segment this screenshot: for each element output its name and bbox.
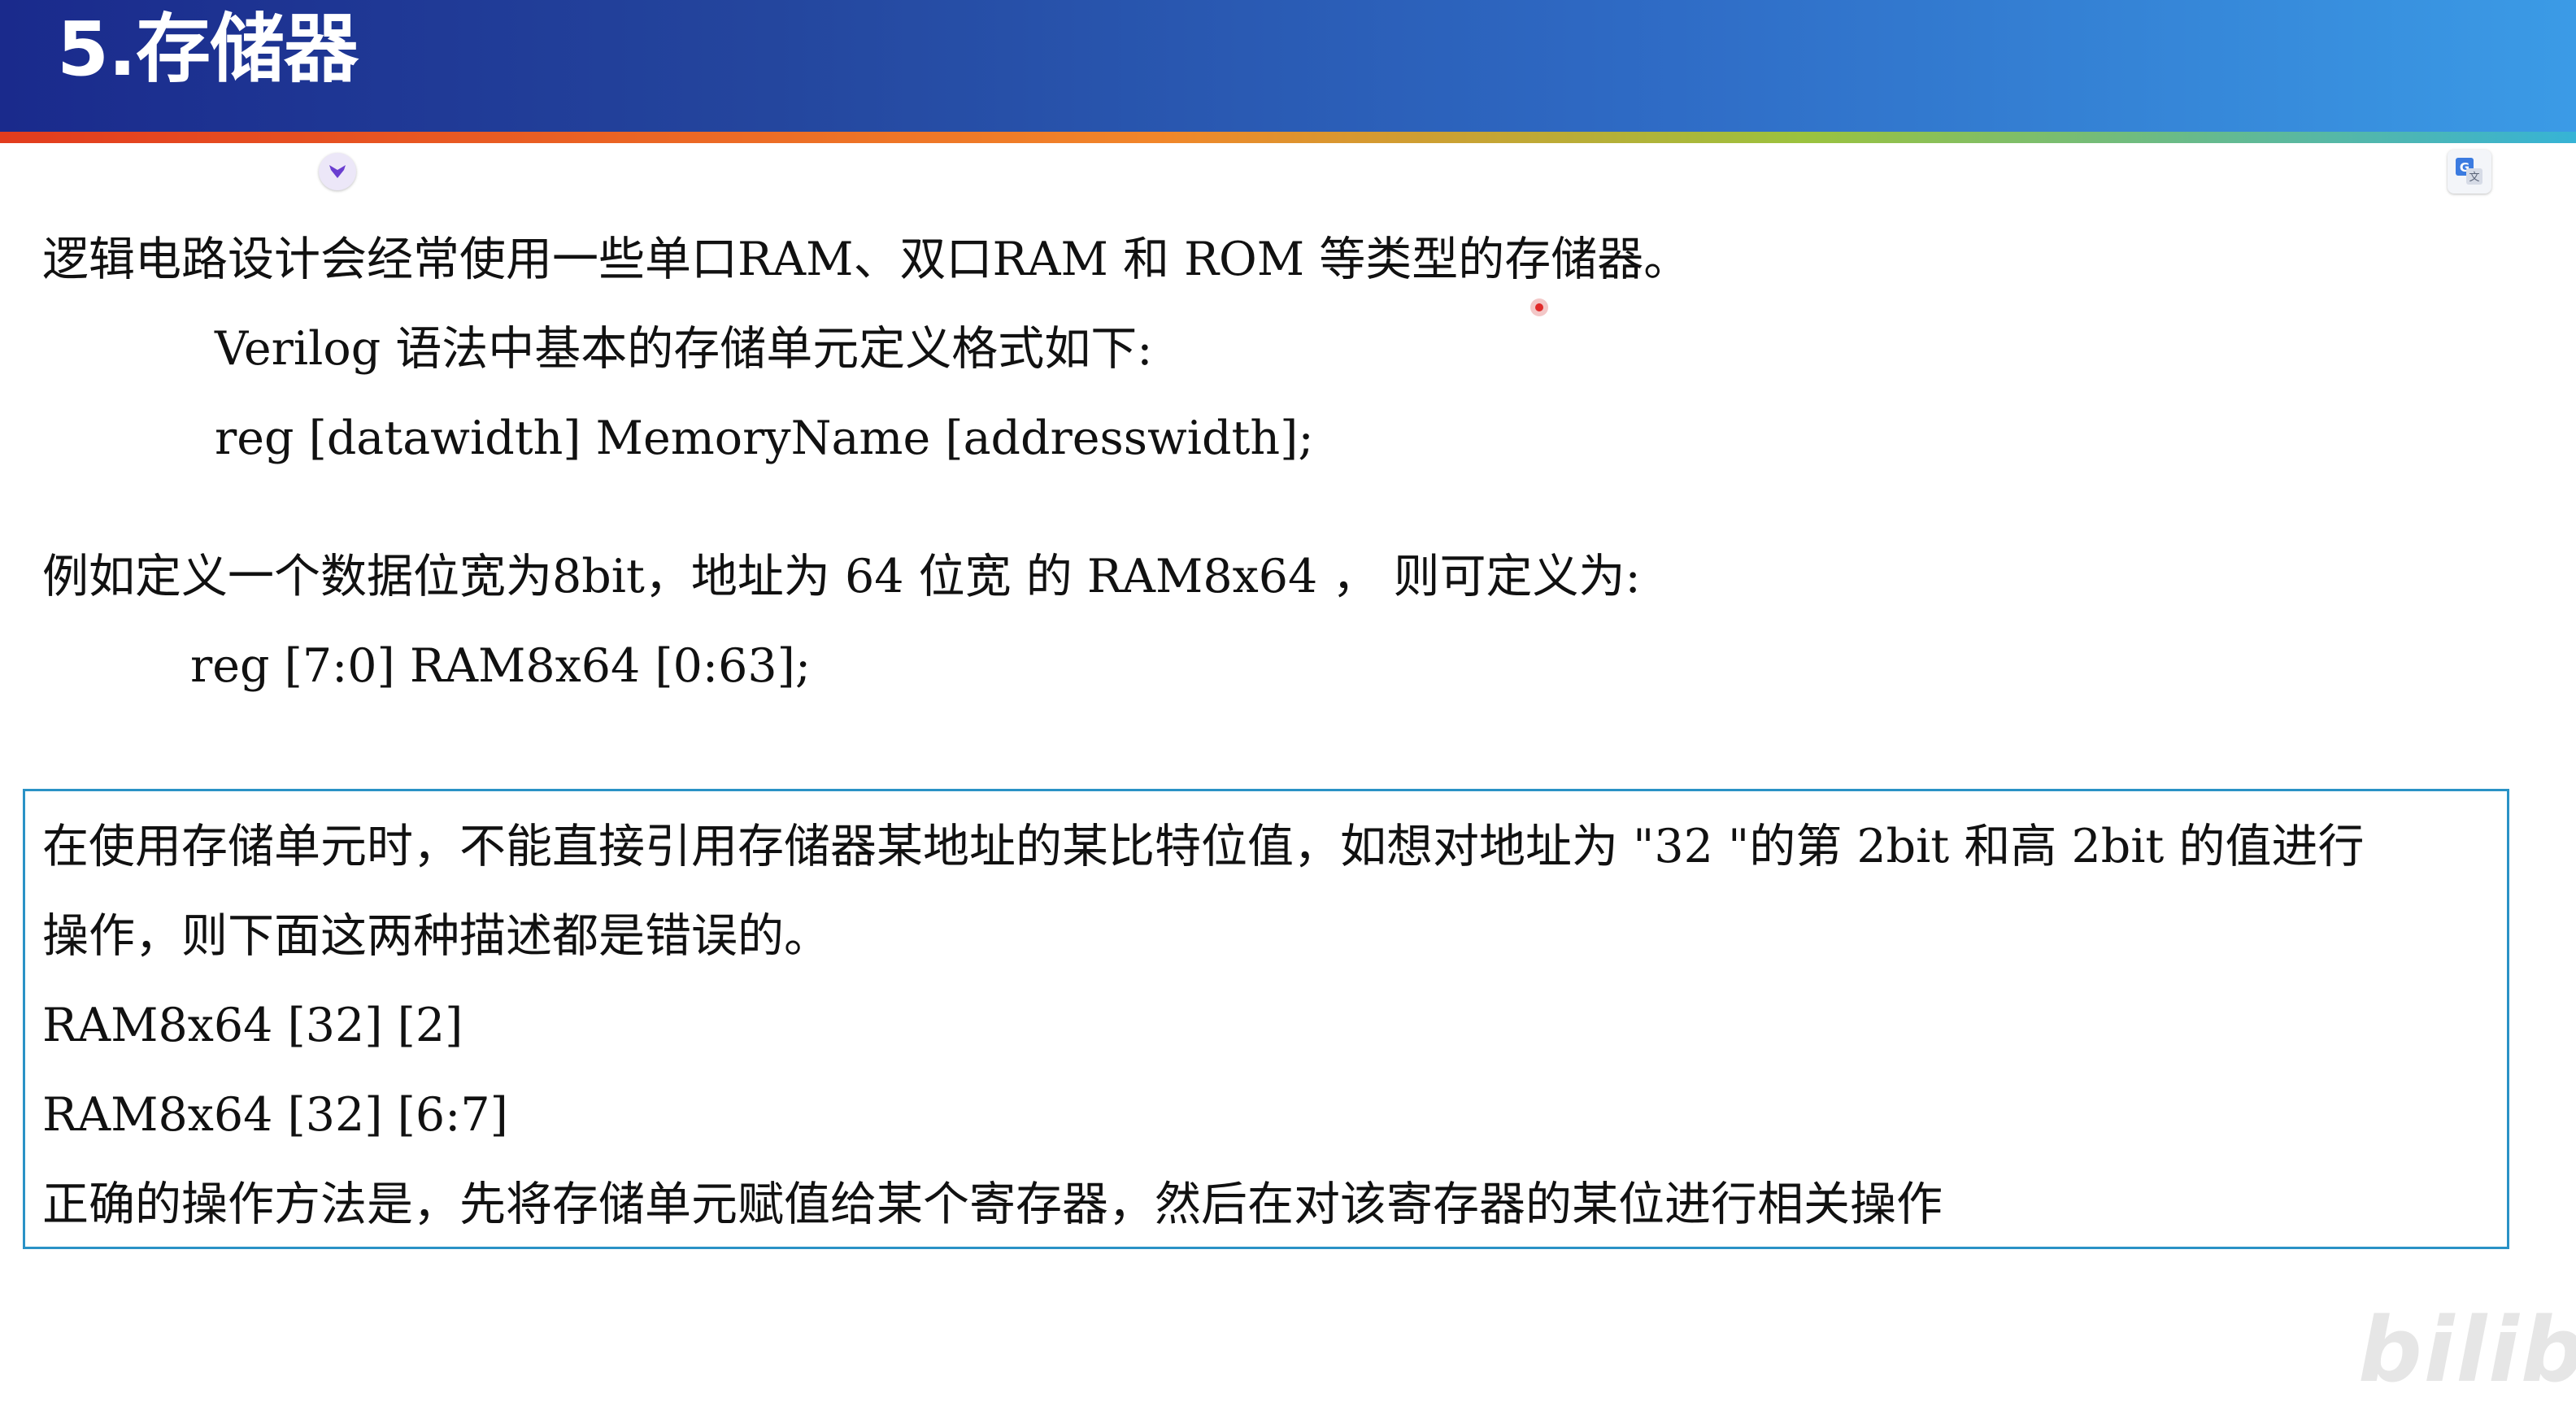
header-color-stripe: [0, 132, 2576, 143]
intro-text: 逻辑电路设计会经常使用一些单口RAM、双口RAM 和 ROM 等类型的存储器。: [42, 233, 1690, 286]
cursor-pointer-icon: [1530, 298, 1548, 316]
slide-title: 5.存储器: [57, 6, 359, 93]
wrong-example-2: RAM8x64 [32] [6:7]: [42, 1088, 508, 1142]
correct-method: 正确的操作方法是，先将存储单元赋值给某个寄存器，然后在对该寄存器的某位进行相关操…: [42, 1178, 1943, 1231]
syntax-label: Verilog 语法中基本的存储单元定义格式如下:: [215, 322, 1153, 376]
extension-icon[interactable]: [319, 153, 356, 190]
note-line-2: 操作，则下面这两种描述都是错误的。: [42, 909, 830, 963]
translate-icon[interactable]: G 文: [2448, 150, 2491, 194]
wrong-example-1: RAM8x64 [32] [2]: [42, 999, 463, 1052]
slide-header: 5.存储器: [0, 0, 2576, 132]
note-line-1: 在使用存储单元时，不能直接引用存储器某地址的某比特位值，如想对地址为 "32 "…: [42, 820, 2365, 873]
example-code: reg [7:0] RAM8x64 [0:63];: [190, 639, 812, 693]
syntax-code: reg [datawidth] MemoryName [addresswidth…: [215, 411, 1314, 465]
example-label: 例如定义一个数据位宽为8bit，地址为 64 位宽 的 RAM8x64 ， 则可…: [42, 550, 1641, 603]
svg-text:文: 文: [2469, 172, 2479, 184]
bilibili-watermark: bilibili: [2358, 1298, 2576, 1402]
